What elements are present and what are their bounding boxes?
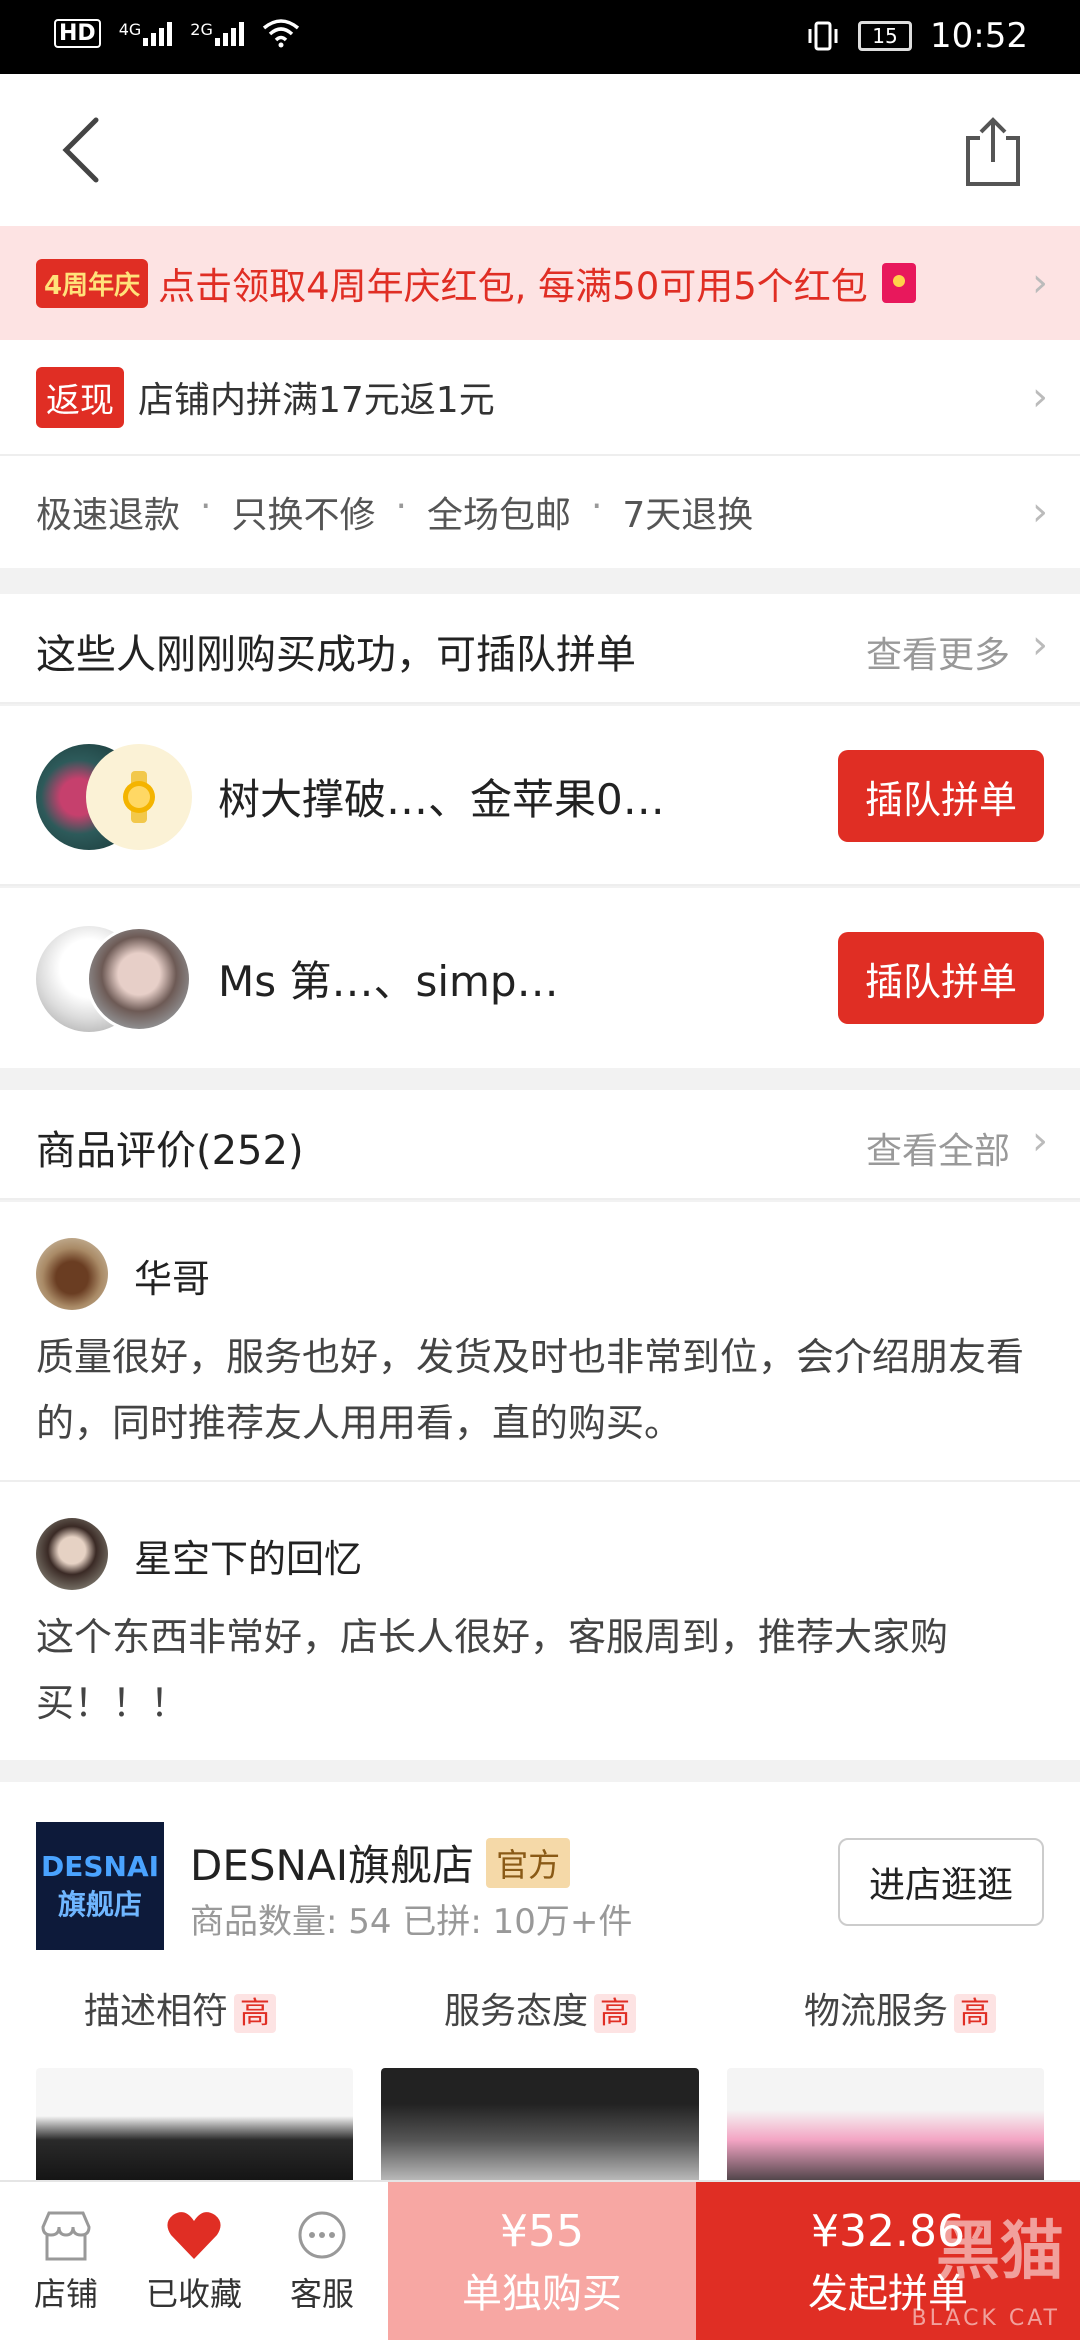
status-right: 15 10:52 [806,16,1028,56]
rating-item: 物流服务高 [804,1982,996,2034]
store-ratings: 描述相符高 服务态度高 物流服务高 [0,1982,1080,2034]
service-item: 全场包邮 [426,495,571,536]
cashback-badge: 返现 [36,366,124,428]
store-icon [41,2211,91,2261]
chevron-right-icon: › [1032,374,1048,420]
wifi-icon [262,19,299,48]
avatar [36,1238,108,1310]
solo-price: ¥55 [500,2205,584,2257]
store-logo[interactable]: DESNAI 旗舰店 [36,1822,164,1950]
service-tab-button[interactable]: 客服 [262,2182,382,2340]
product-thumbnail[interactable] [36,2068,354,2188]
signal-2g-icon: 2G [190,20,244,46]
join-group-button[interactable]: 插队拼单 [838,932,1044,1024]
rating-item: 服务态度高 [444,1982,636,2034]
chat-icon [298,2211,346,2259]
store-stats: 商品数量: 54 已拼: 10万+件 [190,1902,633,1942]
service-list: 极速退款 · 只换不修 · 全场包邮 · 7天退换 [36,486,753,538]
product-detail-page: HD 4G 2G 15 10:52 4周年庆 点击领取4周年庆红包, 每满50可… [0,0,1080,2340]
see-all-reviews-link[interactable]: 查看全部 [866,1122,1010,1174]
chevron-right-icon: › [1032,489,1048,535]
review-item[interactable]: 华哥 质量很好，服务也好，发货及时也非常到位，会介绍朋友看的，同时推荐友人用用看… [0,1202,1080,1482]
back-arrow-icon[interactable] [52,110,122,190]
watermark-logo: 黑猫 [936,2215,1064,2289]
vibrate-icon [808,21,838,51]
store-name-row: DESNAI旗舰店 官方 [190,1832,571,1893]
share-icon[interactable] [958,114,1028,188]
chevron-right-icon: › [1032,1118,1048,1164]
group-buy-header: 这些人刚刚购买成功，可插队拼单 查看更多 › [0,594,1080,704]
anniversary-promo-banner[interactable]: 4周年庆 点击领取4周年庆红包, 每满50可用5个红包 › [0,226,1080,340]
chevron-right-icon: › [1032,260,1048,306]
store-section: DESNAI 旗舰店 DESNAI旗舰店 官方 商品数量: 54 已拼: 10万… [0,1782,1080,2188]
reviewer-name: 华哥 [134,1257,211,1301]
services-row[interactable]: 极速退款 · 只换不修 · 全场包邮 · 7天退换 › [0,456,1080,568]
avatar [86,926,192,1032]
heart-icon [167,2212,221,2259]
status-left: HD 4G 2G [54,18,300,48]
promo-text: 点击领取4周年庆红包, 每满50可用5个红包 [158,265,868,308]
official-badge: 官方 [486,1837,571,1888]
product-thumbnail[interactable] [726,2068,1044,2188]
group-buy-title: 这些人刚刚购买成功，可插队拼单 [36,632,636,678]
favorite-tab-button[interactable]: 已收藏 [132,2182,256,2340]
buyer-names: Ms 第…、simp… [218,957,559,1006]
join-group-button[interactable]: 插队拼单 [838,750,1044,842]
anniversary-badge: 4周年庆 [36,258,149,308]
visit-store-button[interactable]: 进店逛逛 [838,1838,1044,1926]
store-tab-button[interactable]: 店铺 [6,2182,126,2340]
separator-dot: · [590,486,603,527]
group-buy-row: 树大撑破…、金苹果0… 插队拼单 [0,706,1080,886]
chevron-right-icon: › [1032,622,1048,668]
watermark-subtext: BLACK CAT [911,2306,1060,2331]
solo-label: 单独购买 [462,2270,622,2317]
review-text: 质量很好，服务也好，发货及时也非常到位，会介绍朋友看的，同时推荐友人用用看，直的… [36,1335,1025,1445]
review-text: 这个东西非常好，店长人很好，客服周到，推荐大家购买！！！ [36,1615,949,1725]
service-item: 只换不修 [231,495,376,536]
store-name: DESNAI旗舰店 [190,1841,475,1890]
reviews-header: 商品评价(252) 查看全部 › [0,1090,1080,1200]
cashback-row[interactable]: 返现 店铺内拼满17元返1元 › [0,340,1080,456]
rating-item: 描述相符高 [84,1982,276,2034]
cashback-text: 店铺内拼满17元返1元 [138,380,495,421]
service-item: 极速退款 [36,495,181,536]
watch-icon [123,771,155,823]
top-nav [0,74,1080,226]
store-product-thumbs [36,2068,1044,2188]
battery-indicator: 15 [858,21,913,51]
review-item[interactable]: 星空下的回忆 这个东西非常好，店长人很好，客服周到，推荐大家购买！！！ [0,1482,1080,1760]
group-buy-row: Ms 第…、simp… 插队拼单 [0,888,1080,1068]
avatar [86,744,192,850]
product-thumbnail[interactable] [381,2068,699,2188]
clock: 10:52 [930,16,1028,56]
buy-alone-button[interactable]: ¥55 单独购买 [388,2182,696,2340]
avatar [36,1518,108,1590]
separator-dot: · [395,486,407,527]
service-item: 7天退换 [622,495,754,536]
see-more-link[interactable]: 查看更多 [866,626,1010,678]
reviewer-name: 星空下的回忆 [134,1537,363,1581]
status-bar: HD 4G 2G 15 10:52 [0,0,1080,74]
buyer-names: 树大撑破…、金苹果0… [218,775,665,824]
signal-4g-icon: 4G [119,20,173,46]
reviews-title: 商品评价(252) [36,1128,304,1174]
red-packet-icon [881,263,916,303]
hd-icon: HD [54,18,101,48]
separator-dot: · [200,486,212,527]
